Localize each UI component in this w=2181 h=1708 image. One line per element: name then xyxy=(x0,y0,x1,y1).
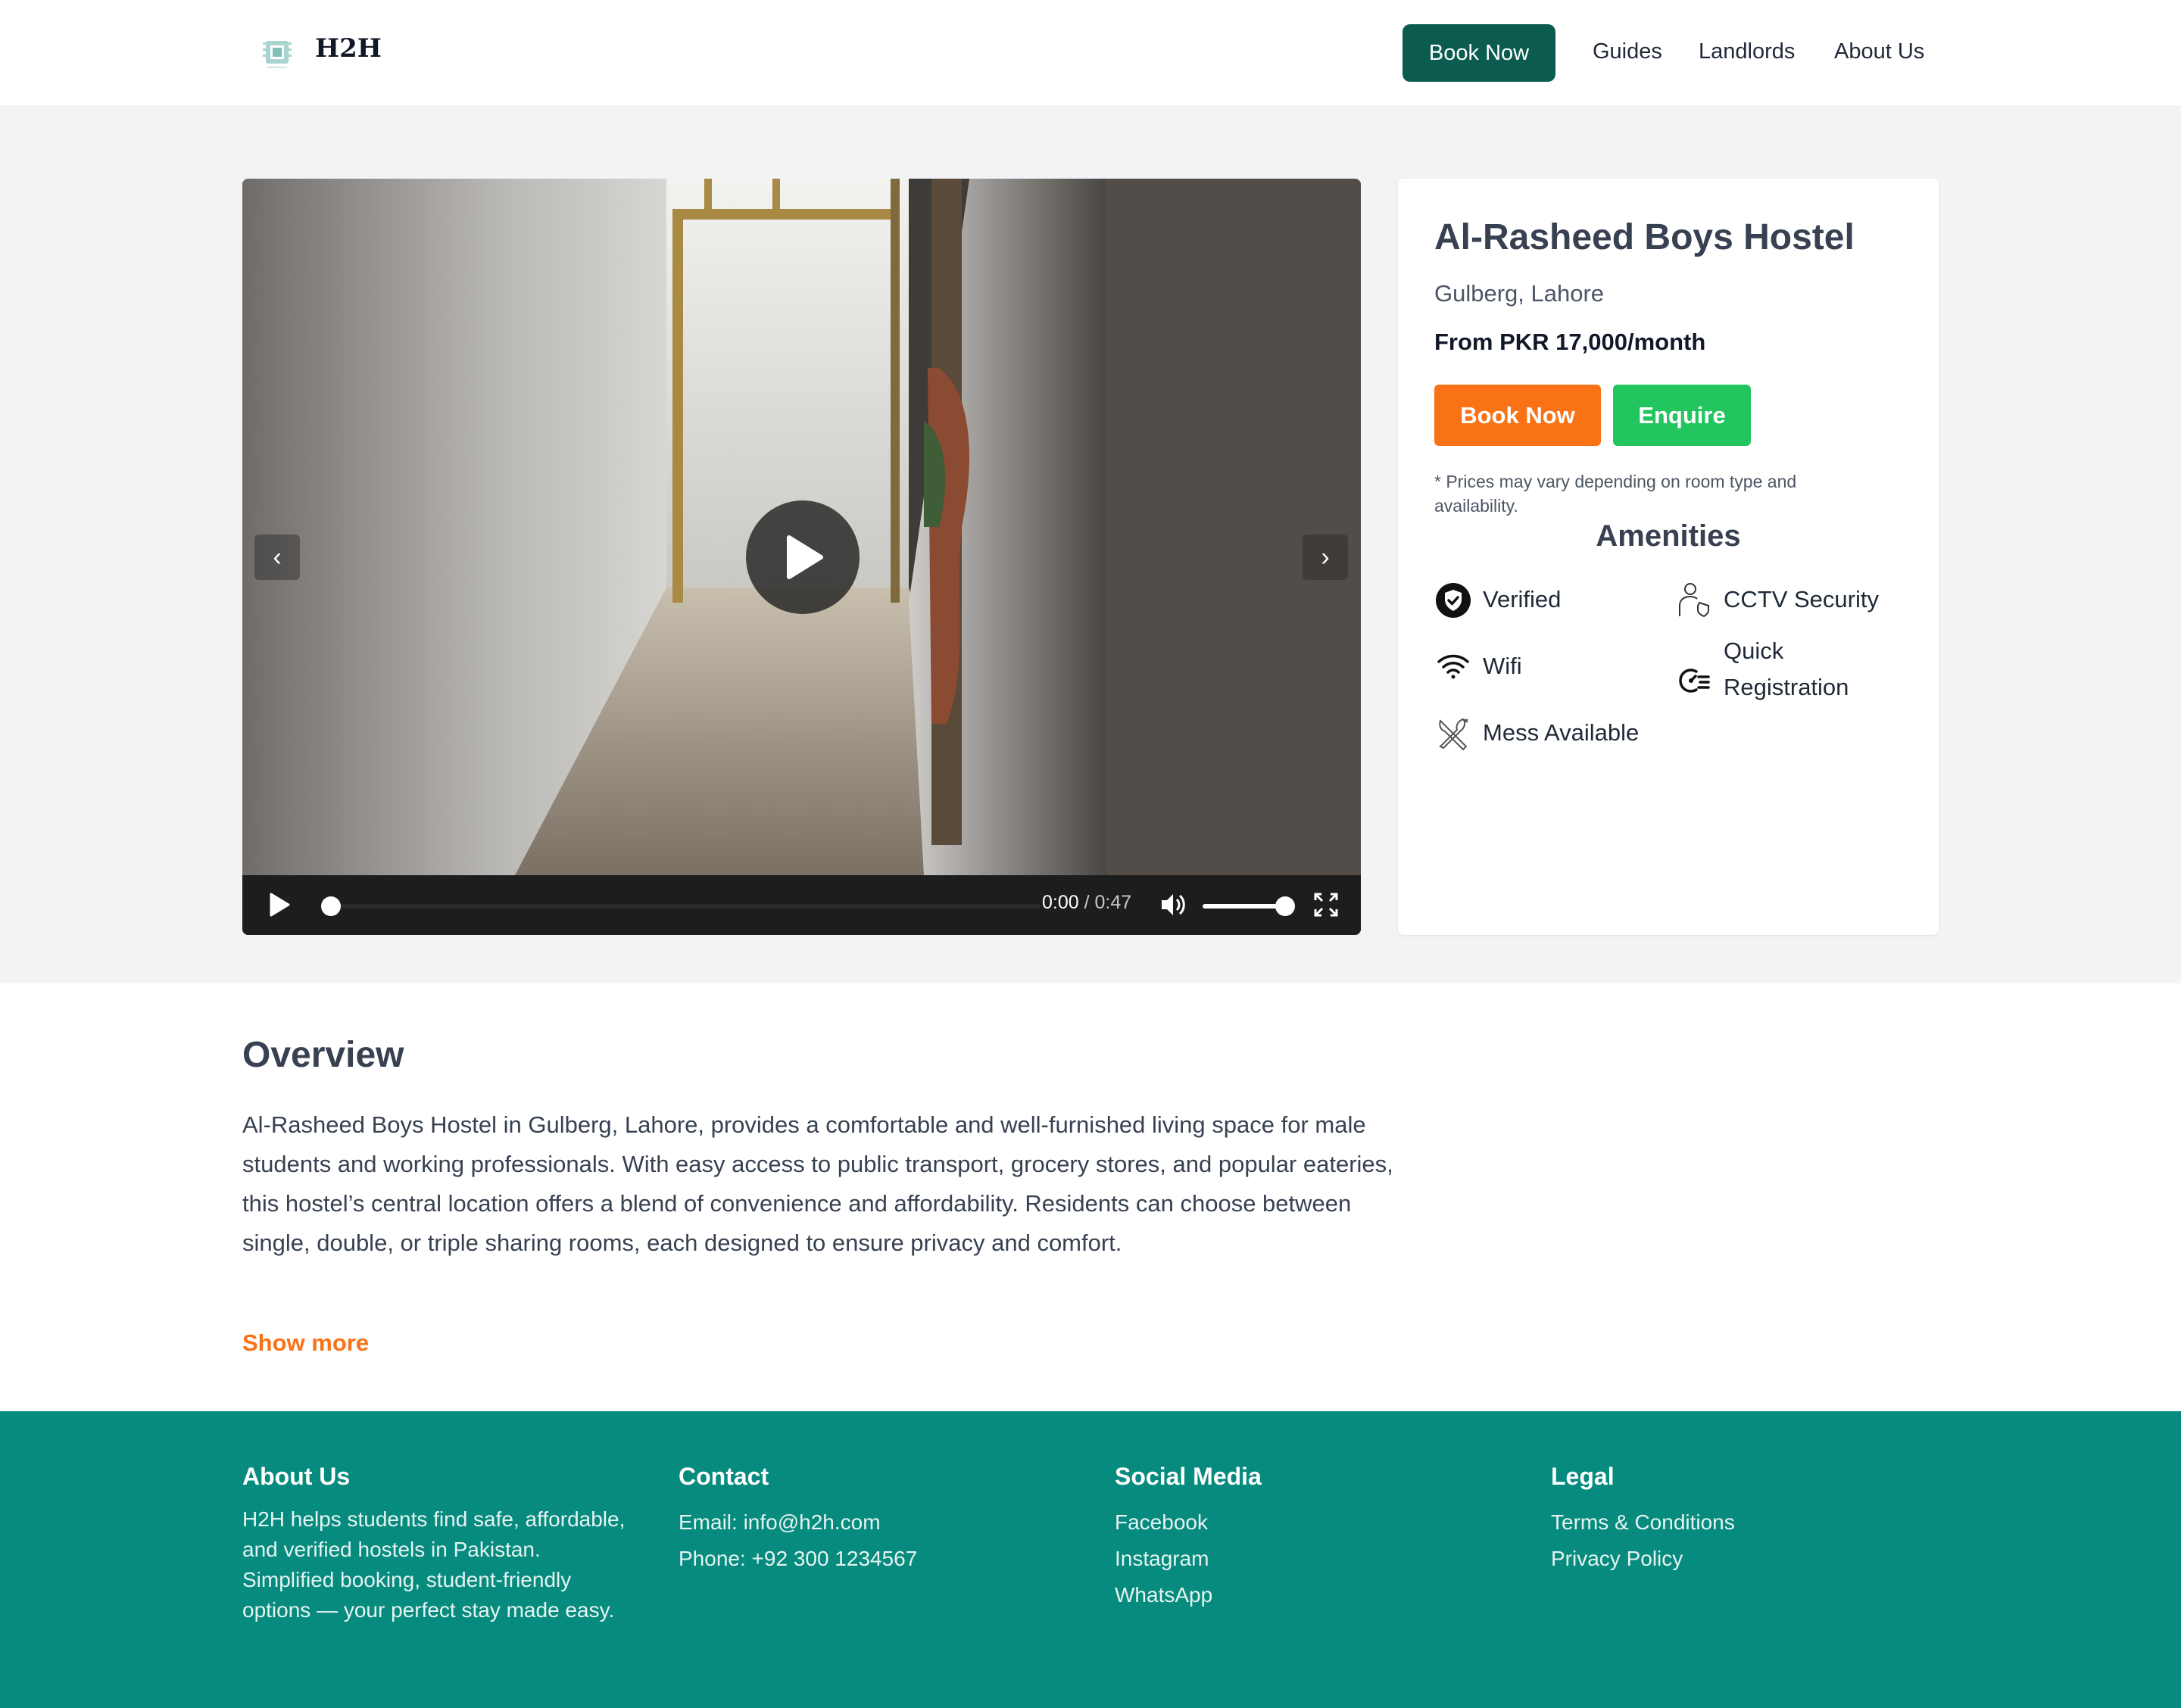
amenity-label: Wifi xyxy=(1483,653,1522,679)
footer-social-column: Social Media Facebook Instagram WhatsApp xyxy=(1115,1463,1262,1613)
amenity-label: Verified xyxy=(1483,586,1562,612)
video-controls-bar: 0:00 / 0:47 xyxy=(242,875,1361,935)
video-progress-bar[interactable] xyxy=(321,896,1041,916)
overview-text: Al-Rasheed Boys Hostel in Gulberg, Lahor… xyxy=(242,1111,1393,1256)
wifi-icon xyxy=(1434,648,1472,686)
footer-legal-heading: Legal xyxy=(1551,1463,1615,1490)
footer-social-heading: Social Media xyxy=(1115,1463,1262,1490)
amenity-mess-available: Mess Available xyxy=(1434,715,1639,753)
enquire-button[interactable]: Enquire xyxy=(1613,385,1751,446)
cctv-security-icon xyxy=(1675,581,1713,619)
hostel-info-card: Al-Rasheed Boys Hostel Gulberg, Lahore F… xyxy=(1398,179,1939,935)
hostel-title: Al-Rasheed Boys Hostel xyxy=(1434,217,1855,257)
footer-email[interactable]: Email: info@h2h.com xyxy=(679,1504,917,1541)
hostel-price: From PKR 17,000/month xyxy=(1434,329,1706,355)
amenity-quick-registration: Quick Registration xyxy=(1675,633,1875,706)
nav-link-about-us[interactable]: About Us xyxy=(1834,39,1924,64)
site-footer: About Us H2H helps students find safe, a… xyxy=(0,1411,2181,1708)
amenity-label: Quick Registration xyxy=(1724,637,1849,700)
video-duration: / 0:47 xyxy=(1084,892,1132,913)
nav-link-guides[interactable]: Guides xyxy=(1593,39,1662,64)
video-progress-knob[interactable] xyxy=(321,896,341,916)
video-play-button[interactable] xyxy=(268,892,291,921)
play-icon xyxy=(270,893,290,917)
overview-heading: Overview xyxy=(242,1035,404,1075)
site-header: H2H Book Now Guides Landlords About Us xyxy=(0,0,2181,105)
video-next-button[interactable]: › xyxy=(1303,535,1348,580)
h2h-logo-icon[interactable] xyxy=(260,32,295,71)
show-more-link[interactable]: Show more xyxy=(242,1329,369,1357)
hostel-location: Gulberg, Lahore xyxy=(1434,280,1605,307)
video-current-time: 0:00 xyxy=(1042,892,1079,913)
verified-badge-icon xyxy=(1434,581,1472,619)
amenity-label: Mess Available xyxy=(1483,719,1640,746)
brand-name[interactable]: H2H xyxy=(315,33,382,64)
amenity-verified: Verified xyxy=(1434,581,1561,619)
footer-about-heading: About Us xyxy=(242,1463,351,1490)
footer-link-whatsapp[interactable]: WhatsApp xyxy=(1115,1577,1262,1613)
amenity-label: CCTV Security xyxy=(1724,586,1879,612)
volume-slider-knob[interactable] xyxy=(1275,896,1295,916)
footer-link-facebook[interactable]: Facebook xyxy=(1115,1504,1262,1541)
footer-link-instagram[interactable]: Instagram xyxy=(1115,1541,1262,1577)
footer-link-privacy[interactable]: Privacy Policy xyxy=(1551,1541,1735,1577)
volume-icon[interactable] xyxy=(1159,890,1187,923)
video-time-display: 0:00 / 0:47 xyxy=(1042,892,1131,914)
price-note: * Prices may vary depending on room type… xyxy=(1434,472,1797,516)
volume-slider[interactable] xyxy=(1203,904,1284,909)
video-player[interactable]: ‹ › 0:00 / 0:47 xyxy=(242,179,1361,935)
footer-contact-heading: Contact xyxy=(679,1463,769,1490)
book-now-button[interactable]: Book Now xyxy=(1434,385,1601,446)
amenities-heading: Amenities xyxy=(1596,519,1741,553)
video-prev-button[interactable]: ‹ xyxy=(254,535,300,580)
footer-about-text: H2H helps students find safe, affordable… xyxy=(242,1507,626,1622)
amenity-cctv-security: CCTV Security xyxy=(1675,581,1879,619)
quick-registration-icon xyxy=(1675,662,1713,700)
footer-link-terms[interactable]: Terms & Conditions xyxy=(1551,1504,1735,1541)
footer-about-column: About Us H2H helps students find safe, a… xyxy=(242,1463,629,1625)
fork-knife-icon xyxy=(1434,715,1472,753)
nav-book-now-button[interactable]: Book Now xyxy=(1403,24,1555,82)
nav-link-landlords[interactable]: Landlords xyxy=(1699,39,1795,64)
footer-legal-column: Legal Terms & Conditions Privacy Policy xyxy=(1551,1463,1735,1577)
fullscreen-icon[interactable] xyxy=(1313,892,1339,921)
footer-contact-column: Contact Email: info@h2h.com Phone: +92 3… xyxy=(679,1463,917,1577)
amenity-wifi: Wifi xyxy=(1434,648,1522,686)
footer-phone[interactable]: Phone: +92 300 1234567 xyxy=(679,1541,917,1577)
play-icon xyxy=(787,535,823,579)
video-play-overlay-button[interactable] xyxy=(746,500,860,614)
